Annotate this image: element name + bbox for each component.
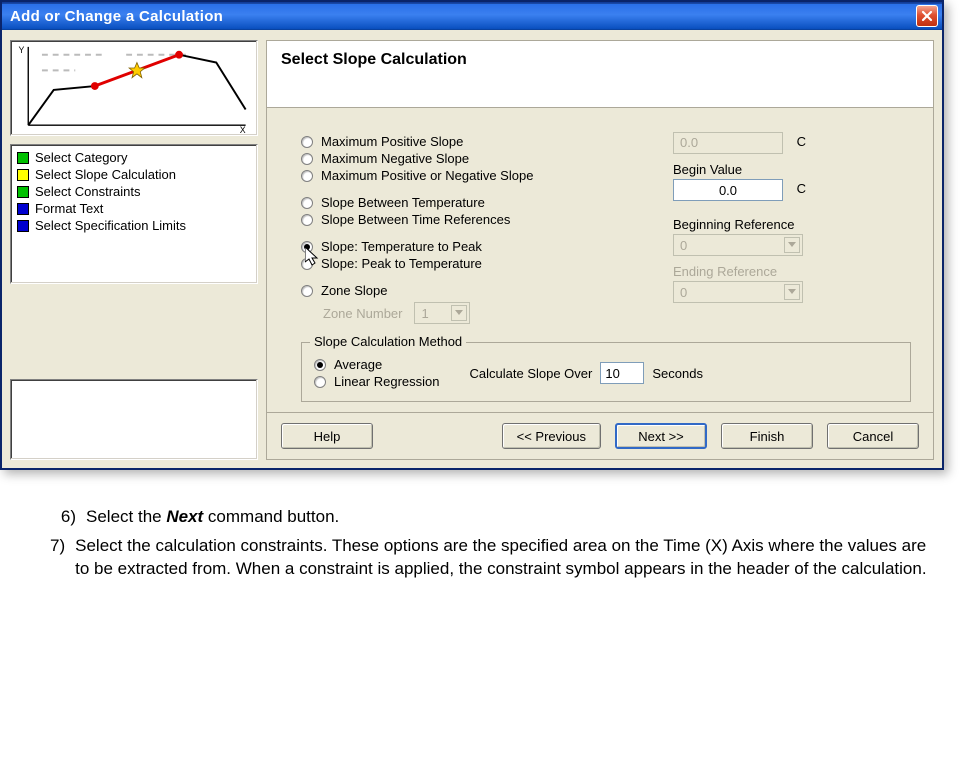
begin-value-unit: C [797,181,806,196]
chevron-down-icon [784,237,800,253]
chevron-down-icon [784,284,800,300]
zone-number-dropdown: 1 [414,302,470,324]
zone-number-row: Zone Number 1 [323,302,911,324]
step-label: Format Text [35,201,103,216]
radio-icon [301,258,313,270]
radio-label: Average [334,357,382,372]
calc-slope-over-field[interactable] [600,362,644,384]
wizard-step-list: Select Category Select Slope Calculation… [10,144,258,284]
step-item-select-category[interactable]: Select Category [17,149,251,166]
help-button[interactable]: Help [281,423,373,449]
instruction-number: 7) [50,535,65,581]
dialog-title: Add or Change a Calculation [10,8,223,25]
radio-label: Maximum Positive or Negative Slope [321,168,533,183]
method-radios: Average Linear Regression [314,355,440,391]
slope-calc-method-group: Slope Calculation Method Average Linear … [301,342,911,402]
instruction-number: 6) [50,506,76,529]
ending-reference-dropdown: 0 [673,281,803,303]
radio-label: Linear Regression [334,374,440,389]
step-swatch [17,220,29,232]
cancel-button[interactable]: Cancel [827,423,919,449]
radio-icon [301,241,313,253]
calc-label-pre: Calculate Slope Over [470,366,593,381]
zone-number-value: 1 [421,306,428,321]
x-axis-label: X [240,125,246,135]
dialog-add-change-calculation: Add or Change a Calculation Y X [0,0,944,470]
finish-button[interactable]: Finish [721,423,813,449]
begin-value-row: C [673,179,893,201]
radio-method-average[interactable]: Average [314,357,440,372]
instruction-body: Select the calculation constraints. Thes… [75,535,934,581]
step-item-format-text[interactable]: Format Text [17,200,251,217]
beginning-reference-value: 0 [680,238,687,253]
dialog-body: Y X [2,30,942,468]
step-item-select-specification-limits[interactable]: Select Specification Limits [17,217,251,234]
radio-label: Slope Between Temperature [321,195,485,210]
step-swatch [17,169,29,181]
chevron-down-icon [451,305,467,321]
step-label: Select Slope Calculation [35,167,176,182]
radio-icon [301,153,313,165]
step-label: Select Category [35,150,128,165]
step-swatch [17,203,29,215]
panel-title: Select Slope Calculation [281,51,919,69]
instruction-text: 6) Select the Next command button. 7) Se… [0,490,964,597]
radio-icon [314,376,326,388]
button-bar: Help << Previous Next >> Finish Cancel [267,412,933,459]
radio-icon [301,136,313,148]
begin-value-label: Begin Value [673,162,893,177]
close-icon [921,10,933,22]
right-panel: Select Slope Calculation Maximum Positiv… [266,40,934,460]
close-button[interactable] [916,5,938,27]
step-swatch [17,152,29,164]
preview-graph: Y X [10,40,258,136]
instruction-body: Select the Next command button. [86,506,339,529]
radio-icon [301,197,313,209]
top-value-row: 0.0 C [673,132,893,154]
preview-svg: Y X [11,41,257,135]
calc-label-post: Seconds [652,366,703,381]
instruction-7: 7) Select the calculation constraints. T… [50,535,934,581]
radio-label: Slope Between Time References [321,212,510,227]
instruction-6: 6) Select the Next command button. [50,506,934,529]
top-value-unit: C [797,134,806,149]
right-input-stack: 0.0 C Begin Value C Beginning Reference … [673,132,893,303]
description-box [10,379,258,460]
step-item-select-slope-calculation[interactable]: Select Slope Calculation [17,166,251,183]
radio-label: Slope: Peak to Temperature [321,256,482,271]
calc-slope-over-row: Calculate Slope Over Seconds [470,362,703,384]
next-button[interactable]: Next >> [615,423,707,449]
zone-number-label: Zone Number [323,306,402,321]
top-value-field: 0.0 [673,132,783,154]
begin-value-field[interactable] [673,179,783,201]
fieldset-legend: Slope Calculation Method [310,334,466,349]
title-bar[interactable]: Add or Change a Calculation [2,2,942,30]
radio-label: Slope: Temperature to Peak [321,239,482,254]
panel-content: Maximum Positive Slope Maximum Negative … [267,108,933,412]
radio-icon [301,285,313,297]
left-column: Y X [10,40,258,460]
step-item-select-constraints[interactable]: Select Constraints [17,183,251,200]
radio-label: Maximum Negative Slope [321,151,469,166]
step-label: Select Constraints [35,184,141,199]
beginning-reference-dropdown: 0 [673,234,803,256]
radio-label: Zone Slope [321,283,388,298]
step-swatch [17,186,29,198]
radio-method-linear-regression[interactable]: Linear Regression [314,374,440,389]
radio-label: Maximum Positive Slope [321,134,463,149]
y-axis-label: Y [18,45,24,55]
step-label: Select Specification Limits [35,218,186,233]
radio-icon [301,214,313,226]
previous-button[interactable]: << Previous [502,423,601,449]
panel-header: Select Slope Calculation [267,41,933,108]
beginning-reference-label: Beginning Reference [673,217,893,232]
ending-reference-value: 0 [680,285,687,300]
radio-icon [301,170,313,182]
ending-reference-label: Ending Reference [673,264,893,279]
radio-icon [314,359,326,371]
